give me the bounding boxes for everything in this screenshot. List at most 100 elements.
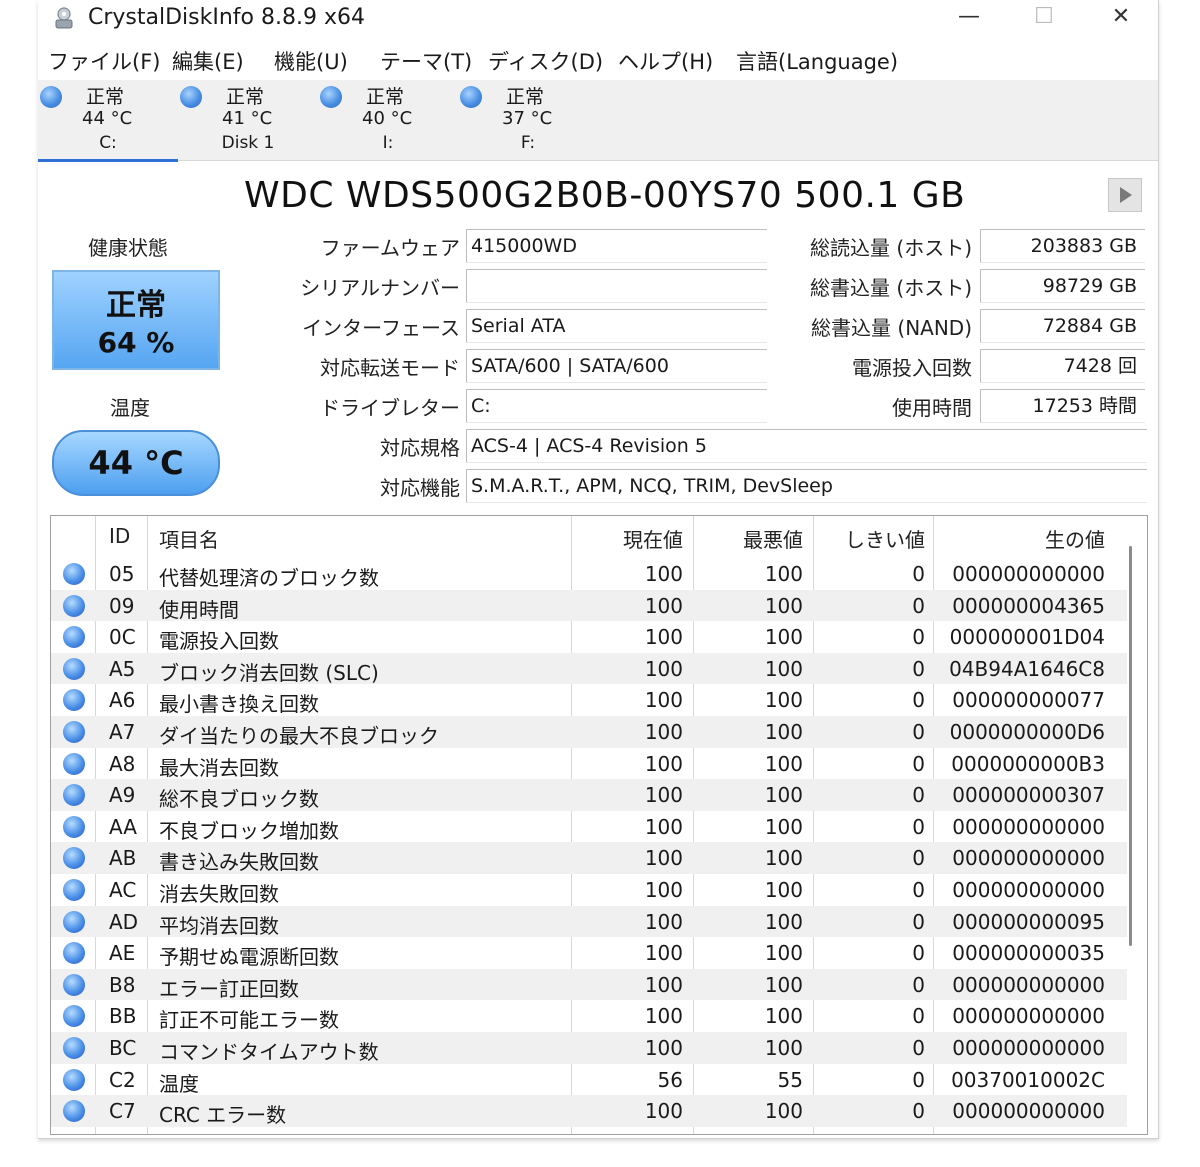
attribute-id: A8 [109,751,136,776]
temperature-box[interactable]: 44 °C [52,430,220,496]
header-threshold[interactable]: しきい値 [821,524,925,553]
power-on-count-label: 電源投入回数 [852,356,972,380]
table-row[interactable]: AB 書き込み失敗回数 100 100 0 000000000000 [51,842,1127,874]
serial-label: シリアルナンバー [300,276,460,300]
raw-value: 000000000000 [952,1036,1105,1060]
table-row[interactable]: BC コマンドタイムアウト数 100 100 0 000000000000 [51,1032,1127,1064]
attribute-id: AD [109,909,139,934]
disk-tab-i[interactable]: 正常 40 °C I: [318,80,458,160]
raw-value: 04B94A1646C8 [949,656,1105,681]
attribute-name: ブロック消去回数 (SLC) [159,660,379,685]
threshold-value: 0 [912,814,925,839]
disk-status: 正常 [86,86,125,108]
header-id[interactable]: ID [109,524,130,548]
table-row[interactable]: A5 ブロック消去回数 (SLC) 100 100 0 04B94A1646C8 [51,652,1127,685]
attribute-id: AC [109,878,137,902]
menu-language[interactable]: 言語(Language) [736,46,898,76]
status-good-icon [63,626,85,649]
threshold-value: 0 [912,972,925,997]
menu-theme[interactable]: テーマ(T) [380,46,472,76]
power-on-count-value: 7428 回 [980,349,1145,383]
attribute-name: コマンドタイムアウト数 [159,1040,379,1064]
table-row[interactable]: AC 消去失敗回数 100 100 0 000000000000 [51,874,1127,906]
menu-edit[interactable]: 編集(E) [172,46,244,76]
table-row[interactable]: AD 平均消去回数 100 100 0 000000000095 [51,905,1127,938]
table-row[interactable]: 05 代替処理済のブロック数 100 100 0 000000000000 [51,558,1127,590]
worst-value: 100 [764,1099,803,1124]
raw-value: 000000000000 [952,1004,1105,1029]
serial-value [466,269,767,303]
disk-tab-f[interactable]: 正常 37 °C F: [458,80,598,160]
worst-value: 100 [764,751,803,776]
table-row[interactable]: A7 ダイ当たりの最大不良ブロック 100 100 0 0000000000D6 [51,716,1127,748]
threshold-value: 0 [912,656,925,681]
current-value: 100 [644,688,683,713]
nand-writes-label: 総書込量 (NAND) [811,316,972,340]
attribute-id: A5 [109,656,136,681]
header-worst[interactable]: 最悪値 [701,524,803,553]
attribute-id: A9 [109,783,136,808]
maximize-button[interactable]: ☐ [1013,0,1075,36]
transfer-mode-label: 対応転送モード [320,356,460,380]
vertical-scrollbar[interactable] [1127,546,1135,946]
table-row[interactable]: 0C 電源投入回数 100 100 0 000000001D04 [51,621,1127,653]
table-header: ID 項目名 現在値 最悪値 しきい値 生の値 [51,516,1147,556]
current-value: 100 [644,656,683,681]
table-row[interactable]: C2 温度 56 55 0 00370010002C [51,1064,1127,1096]
worst-value: 100 [764,720,803,744]
attribute-id: A7 [109,720,136,744]
table-row[interactable]: B8 エラー訂正回数 100 100 0 000000000000 [51,968,1127,1001]
smart-attributes-table[interactable]: ID 項目名 現在値 最悪値 しきい値 生の値 05 代替処理済のブロック数 100… [50,515,1148,1135]
disk-status: 正常 [226,86,265,108]
table-row[interactable]: AA 不良ブロック増加数 100 100 0 000000000000 [51,811,1127,843]
nand-writes-value: 72884 GB [980,309,1145,343]
status-good-icon [63,847,85,870]
features-value: S.M.A.R.T., APM, NCQ, TRIM, DevSleep [466,469,1147,503]
drive-letter-value: C: [466,389,767,423]
worst-value: 55 [777,1067,803,1092]
disk-tab-c[interactable]: 正常 44 °C C: [38,80,178,162]
attribute-name: エラー訂正回数 [159,976,299,1001]
health-status-box[interactable]: 正常 64 % [52,270,220,370]
table-row[interactable]: A9 総不良ブロック数 100 100 0 000000000307 [51,779,1127,811]
worst-value: 100 [764,688,803,713]
current-value: 100 [644,909,683,934]
attribute-name: 予期せぬ電源断回数 [159,945,339,970]
table-row[interactable]: A6 最小書き換え回数 100 100 0 000000000077 [51,684,1127,716]
host-reads-value: 203883 GB [980,229,1145,263]
transfer-mode-value: SATA/600 | SATA/600 [466,349,767,383]
menu-function[interactable]: 機能(U) [274,46,348,76]
host-writes-label: 総書込量 (ホスト) [810,276,972,300]
host-reads-label: 総読込量 (ホスト) [810,236,972,260]
current-value: 100 [644,562,683,586]
disk-label: I: [382,133,394,153]
table-row[interactable]: 09 使用時間 100 100 0 000000004365 [51,589,1127,622]
disk-temp: 41 °C [222,108,273,129]
threshold-value: 0 [912,909,925,934]
menu-file[interactable]: ファイル(F) [48,46,160,76]
threshold-value: 0 [912,941,925,966]
close-button[interactable]: ✕ [1090,0,1152,36]
health-percent: 64 % [97,326,175,359]
interface-value: Serial ATA [466,309,767,343]
attribute-id: AE [109,941,136,966]
menu-help[interactable]: ヘルプ(H) [618,46,713,76]
table-row[interactable]: C7 CRC エラー数 100 100 0 000000000000 [51,1095,1127,1127]
firmware-value: 415000WD [466,229,767,263]
header-name[interactable]: 項目名 [159,524,219,553]
raw-value: 000000000000 [952,814,1105,839]
table-row[interactable]: AE 予期せぬ電源断回数 100 100 0 000000000035 [51,937,1127,969]
table-row[interactable]: A8 最大消去回数 100 100 0 0000000000B3 [51,748,1127,780]
table-row[interactable]: BB 訂正不可能エラー数 100 100 0 000000000000 [51,1000,1127,1032]
host-writes-value: 98729 GB [980,269,1145,303]
attribute-id: 09 [109,593,135,618]
disk-tab-disk1[interactable]: 正常 41 °C Disk 1 [178,80,318,160]
header-current[interactable]: 現在値 [581,524,683,553]
header-raw[interactable]: 生の値 [941,524,1105,553]
next-disk-button[interactable] [1108,178,1142,212]
minimize-button[interactable]: — [938,0,1000,36]
menu-disk[interactable]: ディスク(D) [488,46,603,76]
attribute-id: BC [109,1036,137,1060]
scrollbar-thumb[interactable] [1129,546,1132,946]
raw-value: 0000000000B3 [951,751,1105,776]
